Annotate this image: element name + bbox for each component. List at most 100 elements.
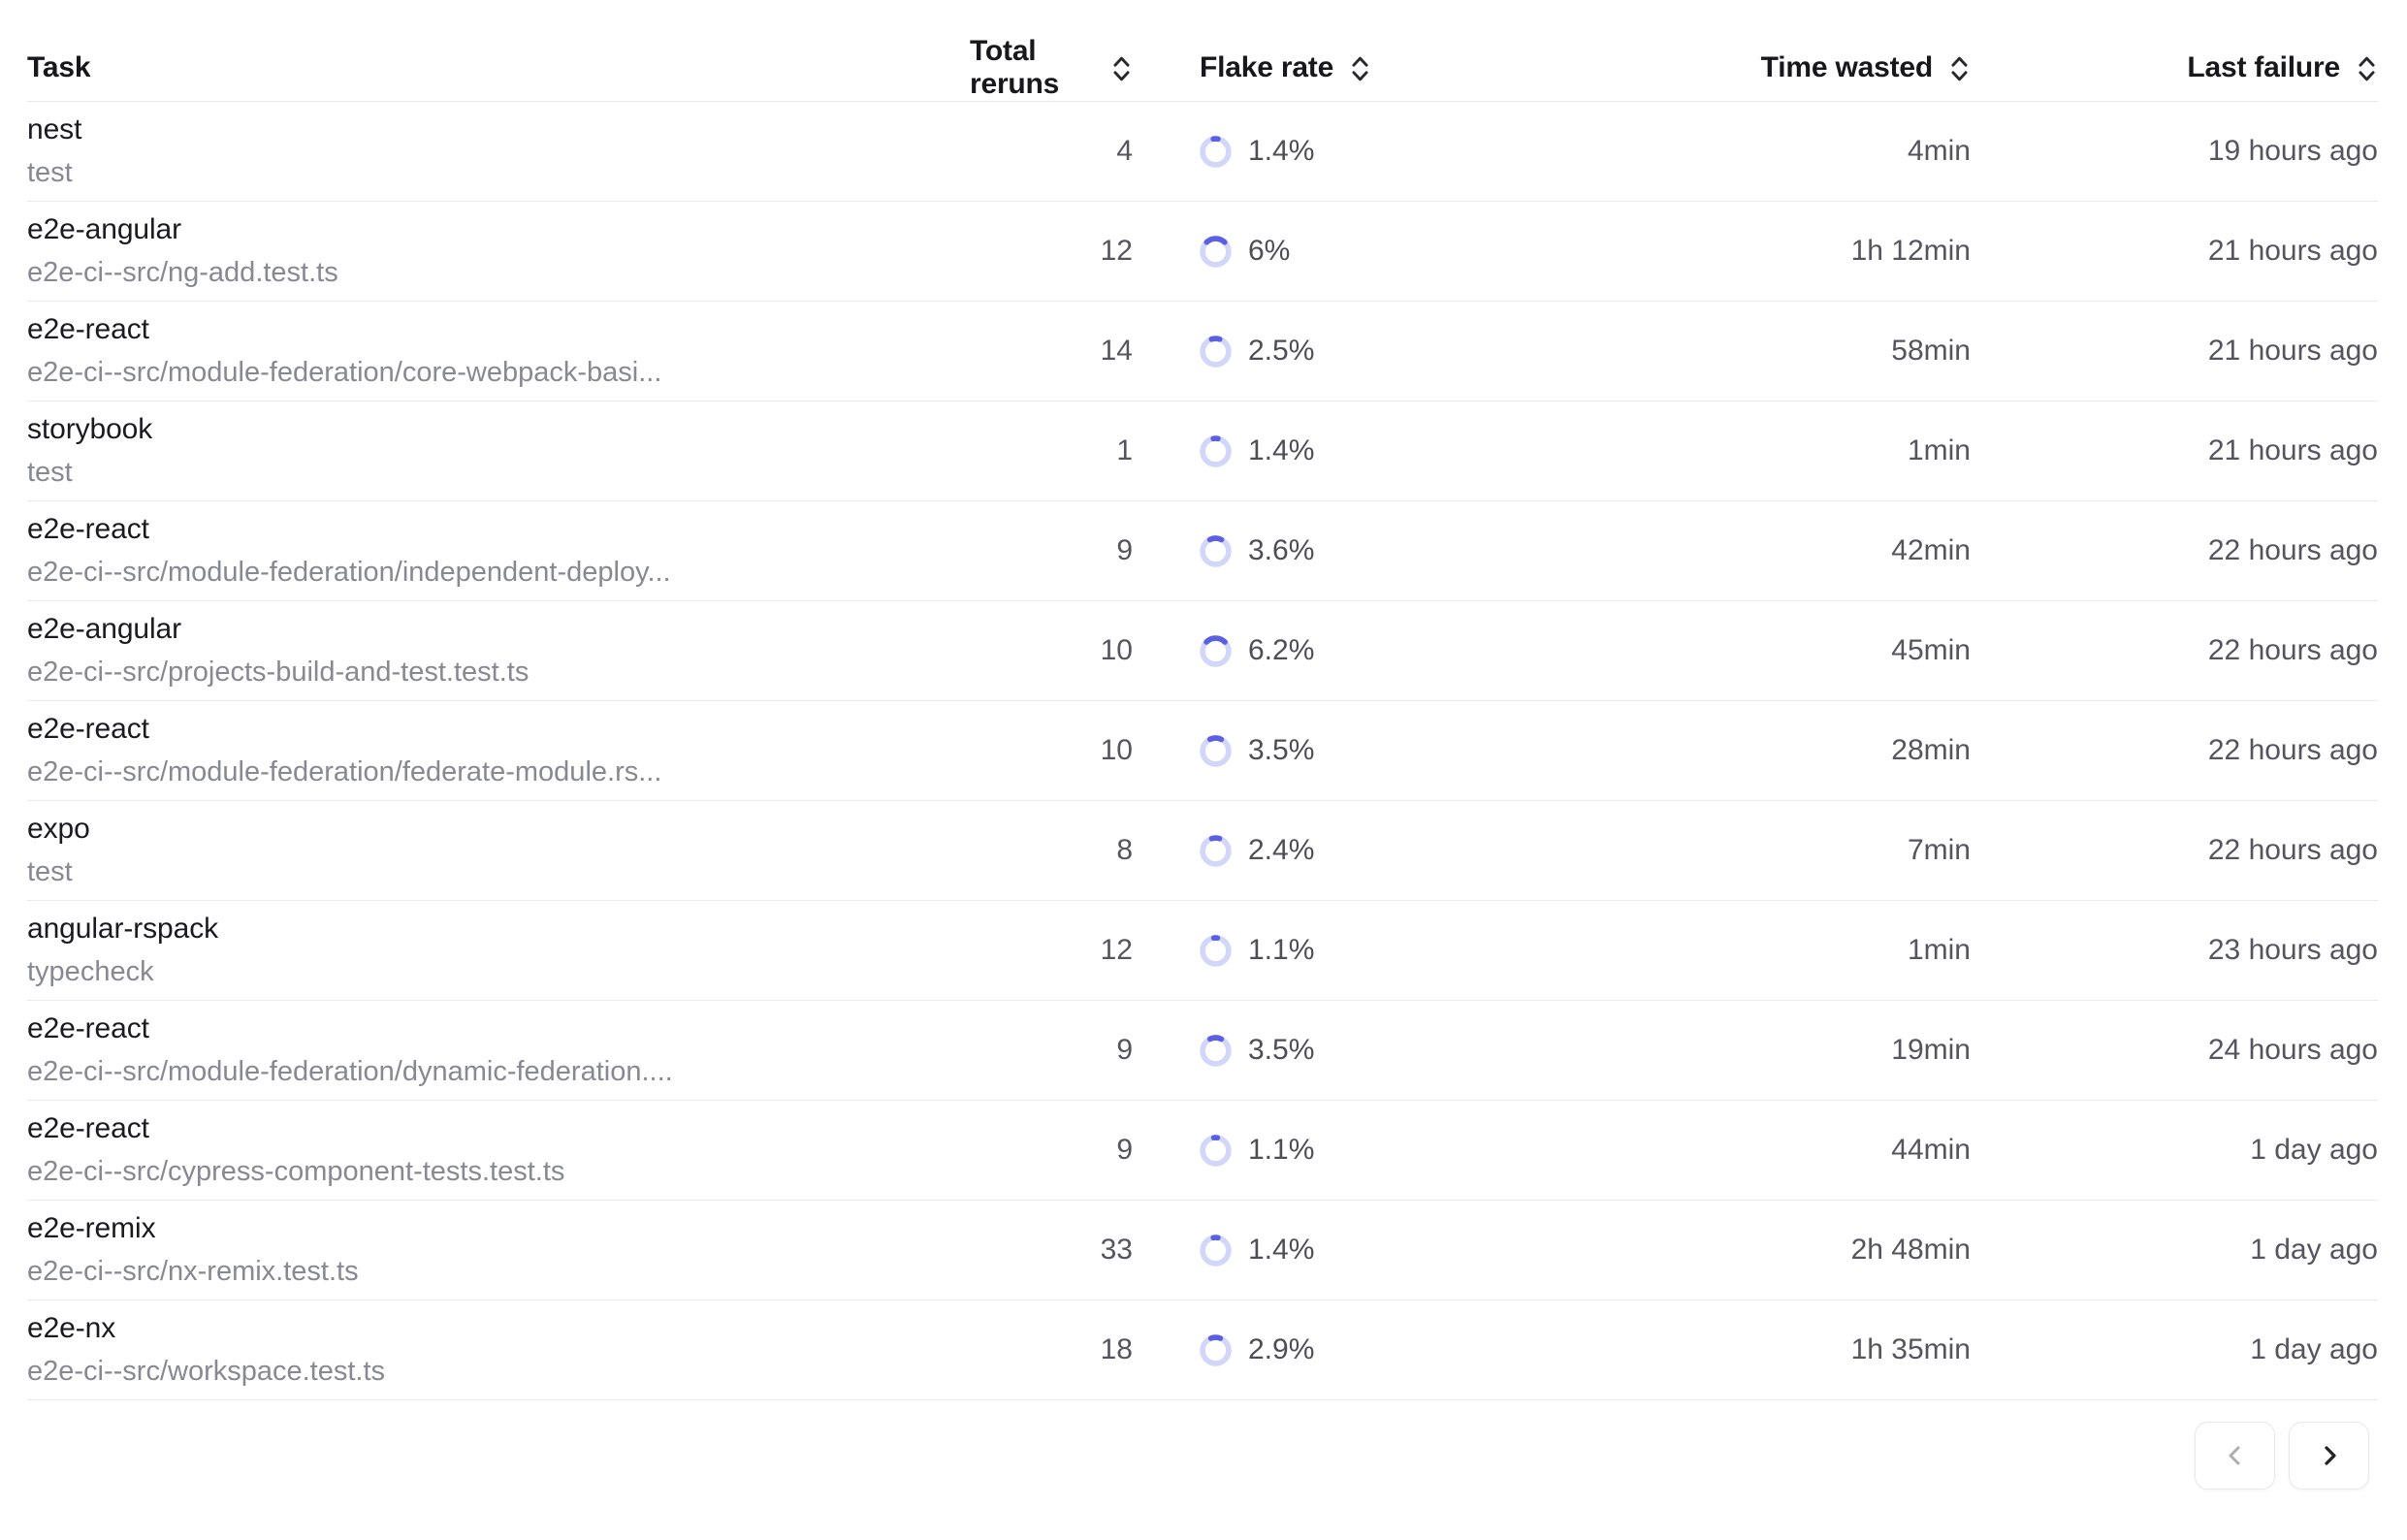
- time-wasted-value: 2h 48min: [1629, 1234, 1971, 1267]
- task-target: test: [27, 451, 970, 495]
- task-name: e2e-angular: [27, 607, 970, 651]
- task-cell: e2e-react e2e-ci--src/cypress-component-…: [27, 1107, 970, 1194]
- time-wasted-value: 4min: [1629, 135, 1971, 168]
- task-cell: storybook test: [27, 407, 970, 495]
- last-failure-value: 1 day ago: [1971, 1333, 2378, 1366]
- last-failure-value: 21 hours ago: [1971, 335, 2378, 368]
- total-reruns-value: 33: [970, 1234, 1133, 1267]
- flake-rate-value: 1.4%: [1248, 135, 1314, 168]
- table-body: nest test 4 1.4% 4min 19 hours ago e2e-a…: [27, 102, 2378, 1400]
- flake-rate-donut-icon: [1200, 835, 1232, 867]
- table-row[interactable]: e2e-react e2e-ci--src/module-federation/…: [27, 501, 2378, 601]
- time-wasted-value: 28min: [1629, 734, 1971, 767]
- time-wasted-value: 45min: [1629, 634, 1971, 667]
- task-name: e2e-angular: [27, 208, 970, 251]
- task-name: angular-rspack: [27, 907, 970, 950]
- table-header: Task Total reruns Flake rate Time wasted…: [27, 0, 2378, 102]
- task-target: e2e-ci--src/module-federation/federate-m…: [27, 751, 970, 794]
- column-label: Last failure: [2187, 51, 2340, 84]
- flake-rate-cell: 2.9%: [1133, 1333, 1629, 1366]
- table-row[interactable]: e2e-angular e2e-ci--src/projects-build-a…: [27, 601, 2378, 701]
- table-row[interactable]: e2e-nx e2e-ci--src/workspace.test.ts 18 …: [27, 1300, 2378, 1400]
- column-header-last-failure[interactable]: Last failure: [1971, 50, 2378, 85]
- flake-rate-cell: 1.4%: [1133, 135, 1629, 168]
- task-cell: e2e-react e2e-ci--src/module-federation/…: [27, 507, 970, 594]
- flake-rate-value: 3.5%: [1248, 1034, 1314, 1067]
- flake-rate-donut-icon: [1200, 435, 1232, 467]
- task-name: e2e-react: [27, 1107, 970, 1150]
- table-row[interactable]: e2e-react e2e-ci--src/module-federation/…: [27, 1001, 2378, 1101]
- task-target: typecheck: [27, 950, 970, 994]
- flake-rate-cell: 1.4%: [1133, 434, 1629, 467]
- total-reruns-value: 9: [970, 534, 1133, 567]
- time-wasted-value: 42min: [1629, 534, 1971, 567]
- total-reruns-value: 4: [970, 135, 1133, 168]
- column-header-flake-rate[interactable]: Flake rate: [1133, 50, 1629, 85]
- previous-page-button[interactable]: [2195, 1422, 2275, 1490]
- task-name: expo: [27, 807, 970, 850]
- table-row[interactable]: storybook test 1 1.4% 1min 21 hours ago: [27, 401, 2378, 501]
- flaky-tasks-page: Task Total reruns Flake rate Time wasted…: [0, 0, 2407, 1540]
- last-failure-value: 22 hours ago: [1971, 734, 2378, 767]
- column-header-time-wasted[interactable]: Time wasted: [1629, 50, 1971, 85]
- time-wasted-value: 1h 35min: [1629, 1333, 1971, 1366]
- total-reruns-value: 1: [970, 434, 1133, 467]
- last-failure-value: 24 hours ago: [1971, 1034, 2378, 1067]
- table-row[interactable]: nest test 4 1.4% 4min 19 hours ago: [27, 102, 2378, 202]
- column-label: Task: [27, 51, 90, 84]
- table-row[interactable]: angular-rspack typecheck 12 1.1% 1min 23…: [27, 901, 2378, 1001]
- last-failure-value: 21 hours ago: [1971, 434, 2378, 467]
- flake-rate-cell: 6%: [1133, 235, 1629, 268]
- flake-rate-cell: 1.1%: [1133, 934, 1629, 967]
- task-name: e2e-remix: [27, 1206, 970, 1250]
- sort-chevrons-icon[interactable]: [1349, 52, 1371, 85]
- flake-rate-value: 2.9%: [1248, 1333, 1314, 1366]
- last-failure-value: 19 hours ago: [1971, 135, 2378, 168]
- sort-chevrons-icon[interactable]: [1110, 52, 1133, 85]
- task-cell: expo test: [27, 807, 970, 894]
- total-reruns-value: 8: [970, 834, 1133, 867]
- task-cell: angular-rspack typecheck: [27, 907, 970, 994]
- time-wasted-value: 19min: [1629, 1034, 1971, 1067]
- last-failure-value: 22 hours ago: [1971, 634, 2378, 667]
- sort-chevrons-icon[interactable]: [2356, 52, 2378, 85]
- sort-chevrons-icon[interactable]: [1948, 52, 1971, 85]
- task-cell: e2e-angular e2e-ci--src/ng-add.test.ts: [27, 208, 970, 295]
- last-failure-value: 22 hours ago: [1971, 534, 2378, 567]
- flake-rate-value: 2.5%: [1248, 335, 1314, 368]
- task-target: e2e-ci--src/module-federation/independen…: [27, 551, 970, 594]
- task-name: storybook: [27, 407, 970, 451]
- flake-rate-cell: 1.1%: [1133, 1134, 1629, 1167]
- flake-rate-donut-icon: [1200, 136, 1232, 168]
- task-target: test: [27, 850, 970, 894]
- flake-rate-donut-icon: [1200, 935, 1232, 967]
- flake-rate-value: 1.4%: [1248, 1234, 1314, 1267]
- flake-rate-cell: 2.4%: [1133, 834, 1629, 867]
- task-name: e2e-react: [27, 707, 970, 751]
- column-label: Time wasted: [1761, 51, 1933, 84]
- total-reruns-value: 9: [970, 1134, 1133, 1167]
- flake-rate-value: 6%: [1248, 235, 1290, 268]
- task-name: e2e-react: [27, 507, 970, 551]
- table-row[interactable]: expo test 8 2.4% 7min 22 hours ago: [27, 801, 2378, 901]
- table-row[interactable]: e2e-react e2e-ci--src/cypress-component-…: [27, 1101, 2378, 1201]
- table-row[interactable]: e2e-remix e2e-ci--src/nx-remix.test.ts 3…: [27, 1201, 2378, 1300]
- table-row[interactable]: e2e-react e2e-ci--src/module-federation/…: [27, 701, 2378, 801]
- chevron-left-icon: [2222, 1442, 2249, 1469]
- flake-rate-cell: 3.5%: [1133, 1034, 1629, 1067]
- total-reruns-value: 18: [970, 1333, 1133, 1366]
- task-target: e2e-ci--src/workspace.test.ts: [27, 1350, 970, 1394]
- next-page-button[interactable]: [2289, 1422, 2369, 1490]
- task-name: e2e-nx: [27, 1306, 970, 1350]
- last-failure-value: 21 hours ago: [1971, 235, 2378, 268]
- task-cell: nest test: [27, 108, 970, 195]
- total-reruns-value: 12: [970, 934, 1133, 967]
- table-row[interactable]: e2e-angular e2e-ci--src/ng-add.test.ts 1…: [27, 202, 2378, 302]
- total-reruns-value: 10: [970, 634, 1133, 667]
- flake-rate-cell: 1.4%: [1133, 1234, 1629, 1267]
- table-row[interactable]: e2e-react e2e-ci--src/module-federation/…: [27, 302, 2378, 401]
- column-header-total-reruns[interactable]: Total reruns: [970, 35, 1133, 101]
- total-reruns-value: 14: [970, 335, 1133, 368]
- flake-rate-donut-icon: [1200, 635, 1232, 667]
- total-reruns-value: 10: [970, 734, 1133, 767]
